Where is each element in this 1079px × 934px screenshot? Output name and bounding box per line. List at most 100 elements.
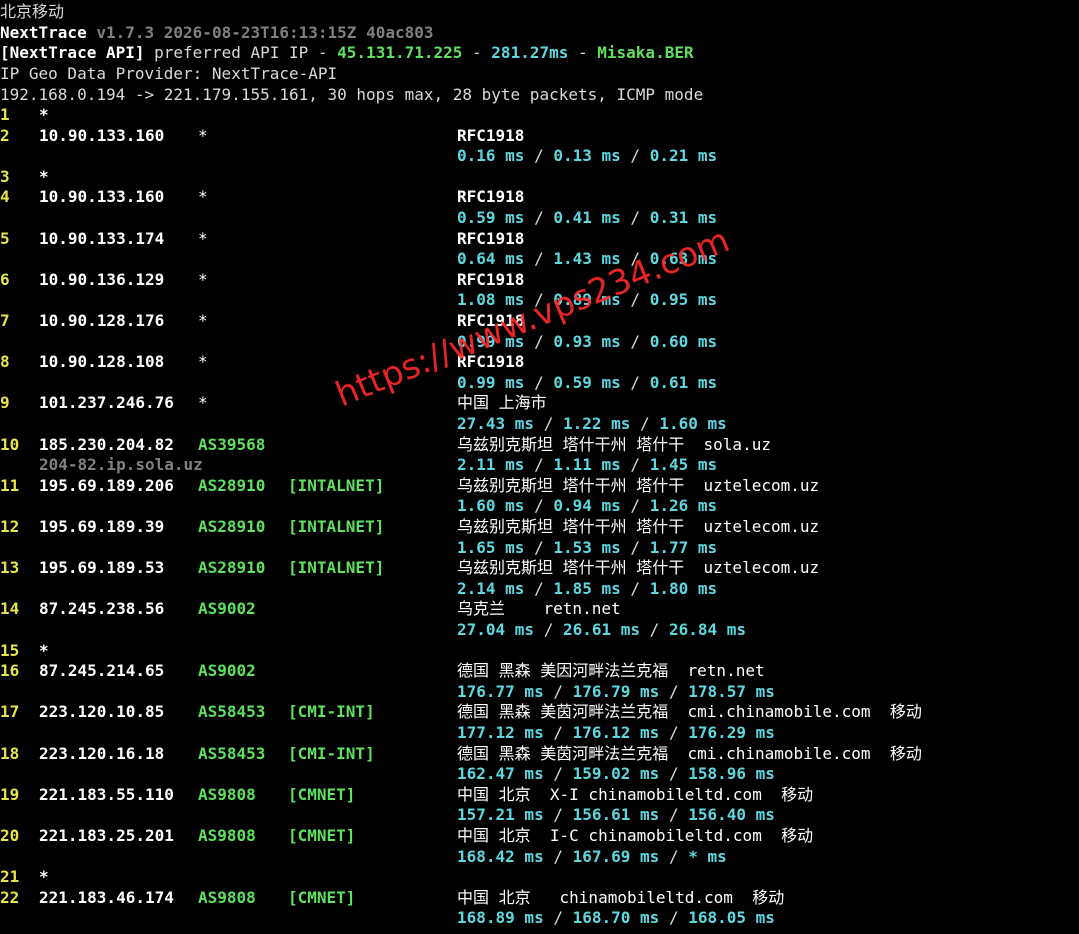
api-line: [NextTrace API] preferred API IP - 45.13… — [0, 43, 694, 63]
header-title-line: 北京移动 — [0, 2, 64, 22]
hop-number: 10 — [0, 434, 20, 454]
latency-value: 168.89 ms — [457, 908, 544, 928]
hop-ip: 10.90.133.160 — [39, 187, 165, 207]
hop-ip: 185.230.204.82 — [39, 434, 174, 454]
hop-latency-line: 177.12 ms / 176.12 ms / 176.29 ms — [457, 723, 775, 743]
latency-value: 1.60 ms — [659, 414, 727, 433]
hop-geo: 乌兹别克斯坦 塔什干州 塔什干 uztelecom.uz — [457, 558, 820, 578]
hop-geo: 中国 北京 X-I chinamobileltd.com 移动 — [457, 784, 814, 804]
hop-asn: AS28910 — [198, 517, 266, 536]
hop-ip: 10.90.128.108 — [39, 352, 165, 372]
latency-value: 2.14 ms — [457, 578, 525, 598]
latency-separator: / — [543, 723, 573, 742]
hop-asn: AS58453 — [198, 702, 266, 722]
latency-separator: / — [659, 805, 689, 825]
hop-ip: 10.90.136.129 — [39, 269, 165, 289]
latency-value: 176.29 ms — [688, 723, 775, 742]
hop-geo: 中国 北京 chinamobileltd.com 移动 — [457, 887, 785, 907]
hop-asn: AS9808 — [198, 826, 256, 845]
latency-separator: / — [543, 908, 573, 928]
hop-ip: 223.120.10.85 — [39, 702, 165, 722]
hop-latency-line: 2.14 ms / 1.85 ms / 1.80 ms — [457, 579, 717, 599]
latency-value: 1.65 ms — [457, 537, 525, 557]
latency-value: 1.53 ms — [553, 537, 621, 557]
latency-value: 0.31 ms — [649, 208, 718, 227]
hop-asn: * — [198, 393, 208, 413]
latency-separator: / — [659, 764, 689, 784]
hop-ip: * — [39, 166, 49, 186]
latency-value: 27.04 ms — [457, 620, 535, 639]
hop-number: 6 — [0, 269, 10, 289]
latency-separator: / — [620, 208, 650, 227]
latency-value: 156.40 ms — [688, 805, 775, 825]
hop-asn: AS9808 — [198, 887, 256, 907]
latency-value: 176.77 ms — [457, 681, 544, 701]
hop-number: 15 — [0, 640, 20, 660]
latency-value: 1.22 ms — [562, 414, 631, 433]
hop-geo: 中国 上海市 — [457, 393, 547, 413]
geo-provider-text: IP Geo Data Provider: NextTrace-API — [0, 64, 338, 83]
api-latency: 281.27ms — [491, 43, 569, 62]
hop-number: 7 — [0, 311, 10, 330]
hop-latency-line: 27.43 ms / 1.22 ms / 1.60 ms — [457, 414, 727, 434]
latency-separator: / — [524, 146, 554, 166]
latency-separator: / — [524, 208, 554, 227]
latency-separator: / — [620, 578, 650, 598]
hop-tag: [CMI-INT] — [288, 702, 375, 722]
latency-value: 167.69 ms — [572, 846, 660, 866]
hop-asn: AS9002 — [198, 599, 256, 619]
api-mid: preferred API IP - — [144, 43, 338, 62]
hop-latency-line: 0.99 ms / 0.59 ms / 0.61 ms — [457, 373, 717, 393]
latency-separator: / — [543, 846, 573, 866]
latency-value: 177.12 ms — [457, 723, 544, 742]
hop-geo: RFC1918 — [457, 269, 525, 289]
hop-ip: 101.237.246.76 — [39, 393, 174, 413]
hop-asn: * — [198, 228, 208, 248]
hop-latency-line: 27.04 ms / 26.61 ms / 26.84 ms — [457, 620, 746, 640]
latency-separator: / — [534, 414, 563, 433]
api-dash2: - — [568, 43, 598, 62]
latency-value: 0.64 ms — [457, 249, 525, 269]
hop-geo: 乌兹别克斯坦 塔什干州 塔什干 sola.uz — [457, 434, 771, 454]
latency-value: 168.70 ms — [572, 908, 660, 928]
hop-latency-line: 0.59 ms / 0.41 ms / 0.31 ms — [457, 208, 717, 228]
latency-separator: / — [640, 620, 669, 639]
app-name: NextTrace — [0, 23, 87, 42]
api-ip: 45.131.71.225 — [337, 43, 463, 62]
trace-summary-text: 192.168.0.194 -> 221.179.155.161, 30 hop… — [0, 85, 704, 104]
hop-number: 16 — [0, 661, 20, 681]
hop-geo: 中国 北京 I-C chinamobileltd.com 移动 — [457, 826, 814, 845]
latency-separator: / — [524, 496, 554, 516]
hop-tag: [INTALNET] — [288, 517, 385, 536]
hop-number: 4 — [0, 187, 10, 207]
latency-separator: / — [524, 249, 554, 269]
hop-asn: * — [198, 311, 208, 330]
latency-value: 159.02 ms — [572, 764, 660, 784]
latency-value: 0.21 ms — [649, 146, 718, 166]
hop-ip: 195.69.189.53 — [39, 558, 165, 578]
hop-asn: AS39568 — [198, 434, 266, 454]
hop-geo: 德国 黑森 美因河畔法兰克福 retn.net — [457, 661, 765, 681]
hop-ip: 10.90.133.174 — [39, 228, 165, 248]
geo-provider-line: IP Geo Data Provider: NextTrace-API — [0, 64, 337, 84]
latency-value: * ms — [688, 846, 727, 866]
latency-separator: / — [620, 331, 650, 351]
api-dash1: - — [462, 43, 492, 62]
hop-asn: * — [198, 187, 208, 207]
latency-separator: / — [524, 455, 554, 475]
hop-latency-line: 0.16 ms / 0.13 ms / 0.21 ms — [457, 146, 717, 166]
hop-number: 17 — [0, 702, 20, 722]
latency-separator: / — [630, 414, 660, 433]
latency-value: 156.61 ms — [572, 805, 660, 825]
latency-value: 2.11 ms — [457, 455, 525, 475]
hop-asn: AS28910 — [198, 475, 266, 495]
latency-value: 176.79 ms — [572, 681, 660, 701]
latency-separator: / — [543, 764, 573, 784]
hop-tag: [INTALNET] — [288, 475, 385, 495]
hop-rdns: 204-82.ip.sola.uz — [39, 455, 203, 475]
hop-ip: 10.90.133.160 — [39, 125, 165, 145]
latency-value: 1.77 ms — [649, 537, 718, 557]
hop-latency-line: 1.60 ms / 0.94 ms / 1.26 ms — [457, 496, 717, 516]
latency-value: 0.59 ms — [553, 372, 621, 392]
hop-asn: AS9808 — [198, 784, 256, 804]
